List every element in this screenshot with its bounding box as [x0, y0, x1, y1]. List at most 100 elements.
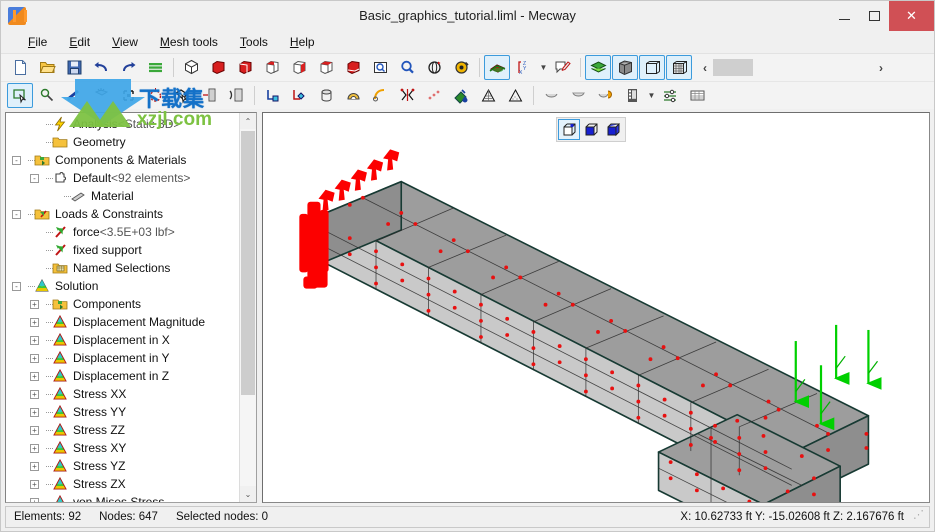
- select-edge-icon[interactable]: [61, 83, 87, 108]
- wireframe-icon[interactable]: [639, 55, 665, 80]
- tree-expand-toggle[interactable]: +: [30, 443, 39, 453]
- rotate-icon[interactable]: [421, 55, 447, 80]
- annotate-icon[interactable]: [549, 55, 575, 80]
- tree-expand-toggle[interactable]: +: [30, 353, 39, 363]
- tree-item[interactable]: + Components: [6, 295, 239, 313]
- view-mode-solid-icon[interactable]: [602, 119, 624, 140]
- tree-item[interactable]: + Stress XX: [6, 385, 239, 403]
- node-list-icon[interactable]: [196, 83, 222, 108]
- tree-collapse-toggle[interactable]: -: [12, 209, 21, 219]
- tree-expand-toggle[interactable]: +: [30, 371, 39, 381]
- tree-item[interactable]: + Displacement in X: [6, 331, 239, 349]
- tree-expand-toggle[interactable]: +: [30, 407, 39, 417]
- shell-bottom-icon[interactable]: [538, 83, 564, 108]
- select-element-icon[interactable]: [115, 83, 141, 108]
- view-front-icon[interactable]: [205, 55, 231, 80]
- tree-item[interactable]: + Displacement in Y: [6, 349, 239, 367]
- view-right-icon[interactable]: [286, 55, 312, 80]
- toolbar-scroll-right-button[interactable]: ›: [873, 57, 889, 79]
- shell-thin-icon[interactable]: [565, 83, 591, 108]
- model-tree-panel[interactable]: Analysis <Static 3D> Geometry - Components …: [5, 112, 257, 503]
- tree-item[interactable]: + Stress ZZ: [6, 421, 239, 439]
- select-polygon-icon[interactable]: [169, 83, 195, 108]
- tree-item[interactable]: + Stress ZX: [6, 475, 239, 493]
- solid-shading-icon[interactable]: [612, 55, 638, 80]
- scrollbar-thumb[interactable]: [241, 131, 255, 396]
- chevron-down-icon-2[interactable]: ▼: [646, 84, 657, 107]
- tree-item[interactable]: - Components & Materials: [6, 151, 239, 169]
- view-back-icon[interactable]: [232, 55, 258, 80]
- mirror-icon[interactable]: [394, 83, 420, 108]
- resize-grip-icon[interactable]: [913, 508, 924, 522]
- tree-item[interactable]: fixed support: [6, 241, 239, 259]
- tree-expand-toggle[interactable]: +: [30, 461, 39, 471]
- tree-item[interactable]: Analysis <Static 3D>: [6, 115, 239, 133]
- tree-expand-toggle[interactable]: +: [30, 389, 39, 399]
- settings-sliders-icon[interactable]: [657, 83, 683, 108]
- tree-item[interactable]: - Solution: [6, 277, 239, 295]
- toolbar-scroll-left-button[interactable]: ‹: [697, 57, 713, 79]
- tree-expand-toggle[interactable]: +: [30, 425, 39, 435]
- select-circle-icon[interactable]: [142, 83, 168, 108]
- tree-expand-toggle[interactable]: +: [30, 479, 39, 489]
- tree-item[interactable]: - Loads & Constraints: [6, 205, 239, 223]
- tree-item[interactable]: Material: [6, 187, 239, 205]
- element-list-icon[interactable]: [223, 83, 249, 108]
- menu-item-tools[interactable]: Tools: [229, 33, 279, 51]
- tree-collapse-toggle[interactable]: -: [30, 173, 39, 183]
- measure-icon[interactable]: ZYX: [511, 55, 537, 80]
- view-bottom-icon[interactable]: [340, 55, 366, 80]
- tree-item[interactable]: Named Selections: [6, 259, 239, 277]
- element-create-icon[interactable]: [286, 83, 312, 108]
- redo-icon[interactable]: [115, 55, 141, 80]
- section-plane-icon[interactable]: [484, 55, 510, 80]
- revolve-icon[interactable]: [340, 83, 366, 108]
- 3d-viewport[interactable]: Z X Y: [262, 112, 930, 503]
- save-file-icon[interactable]: [61, 55, 87, 80]
- tree-vertical-scrollbar[interactable]: ⌃ ⌄: [239, 113, 256, 502]
- menu-item-help[interactable]: Help: [279, 33, 326, 51]
- tree-item[interactable]: - Default <92 elements>: [6, 169, 239, 187]
- shell-merge-icon[interactable]: [592, 83, 618, 108]
- maximize-button[interactable]: [859, 1, 889, 31]
- sweep-icon[interactable]: [367, 83, 393, 108]
- pan-icon[interactable]: [448, 55, 474, 80]
- animation-icon[interactable]: [619, 83, 645, 108]
- tree-item[interactable]: + Stress YZ: [6, 457, 239, 475]
- fill-icon[interactable]: [448, 83, 474, 108]
- tree-item[interactable]: + Displacement Magnitude: [6, 313, 239, 331]
- tree-expand-toggle[interactable]: +: [30, 299, 39, 309]
- 3d-model-canvas[interactable]: Z X Y: [263, 113, 929, 503]
- select-face-icon[interactable]: [88, 83, 114, 108]
- tree-item[interactable]: + von Mises Stress: [6, 493, 239, 502]
- table-icon[interactable]: [684, 83, 710, 108]
- minimize-button[interactable]: [829, 1, 859, 31]
- tree-item[interactable]: + Stress YY: [6, 403, 239, 421]
- view-mode-wireframe-icon[interactable]: [558, 119, 580, 140]
- tree-expand-toggle[interactable]: +: [30, 317, 39, 327]
- scrollbar-track[interactable]: [240, 129, 256, 486]
- view-mode-shaded-icon[interactable]: [580, 119, 602, 140]
- menu-item-file[interactable]: File: [17, 33, 58, 51]
- view-left-icon[interactable]: [259, 55, 285, 80]
- layers-icon[interactable]: [142, 55, 168, 80]
- scatter-icon[interactable]: [421, 83, 447, 108]
- isometric-view-icon[interactable]: [178, 55, 204, 80]
- zoom-fit-icon[interactable]: [367, 55, 393, 80]
- mesh-grid-icon[interactable]: [666, 55, 692, 80]
- model-tree[interactable]: Analysis <Static 3D> Geometry - Components …: [6, 113, 239, 502]
- view-top-icon[interactable]: [313, 55, 339, 80]
- close-button[interactable]: ✕: [889, 1, 934, 31]
- zoom-icon[interactable]: [394, 55, 420, 80]
- menu-item-view[interactable]: View: [101, 33, 149, 51]
- mesh-triangle-outline-icon[interactable]: [502, 83, 528, 108]
- scroll-up-button[interactable]: ⌃: [240, 113, 256, 129]
- select-node-icon[interactable]: [34, 83, 60, 108]
- menu-item-mesh-tools[interactable]: Mesh tools: [149, 33, 229, 51]
- tree-item[interactable]: Geometry: [6, 133, 239, 151]
- open-file-icon[interactable]: [34, 55, 60, 80]
- toolbar-overflow-slot[interactable]: [713, 59, 753, 76]
- tree-collapse-toggle[interactable]: -: [12, 281, 21, 291]
- tree-item[interactable]: force <3.5E+03 lbf>: [6, 223, 239, 241]
- undo-icon[interactable]: [88, 55, 114, 80]
